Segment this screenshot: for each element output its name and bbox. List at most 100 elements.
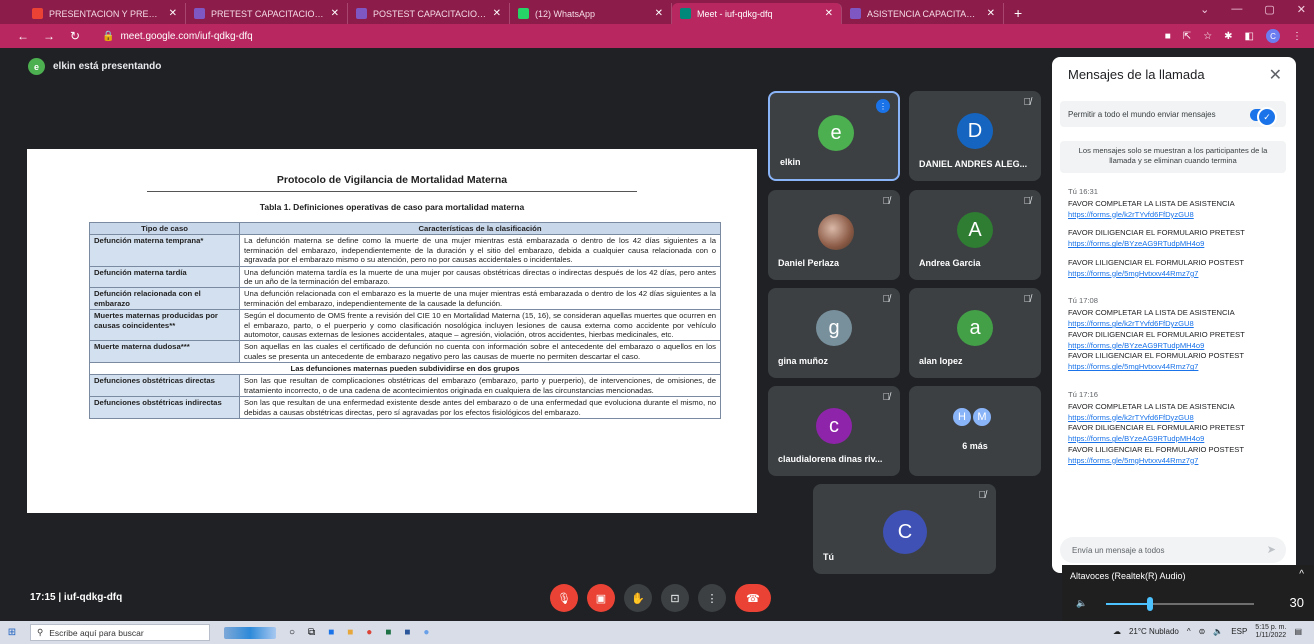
message-link[interactable]: https://forms.gle/5mgHvtxxv44Rmz7g7 <box>1068 456 1288 467</box>
message-group: Tú 17:16 FAVOR COMPLETAR LA LISTA DE ASIS… <box>1068 390 1288 466</box>
message-text: FAVOR DILIGENCIAR EL FORMULARIO PRETEST <box>1068 228 1245 238</box>
case-description-cell: Una defunción materna tardía es la muert… <box>239 265 721 289</box>
cortana-icon[interactable]: ○ <box>289 627 295 638</box>
menu-icon[interactable]: ⋮ <box>1292 31 1302 42</box>
forms-icon <box>194 8 205 19</box>
tab-close-icon[interactable]: ✕ <box>987 8 995 19</box>
network-icon[interactable]: ⊜ <box>1199 627 1206 636</box>
participant-tile[interactable]: g gina muñoz 🎙̸ <box>768 288 900 378</box>
message-link[interactable]: https://forms.gle/k2rTYvfd6FfDyzGU8 <box>1068 319 1288 330</box>
taskbar-app-icon[interactable]: ● <box>423 627 429 638</box>
case-type-cell: Defunciones obstétricas directas <box>89 374 240 398</box>
message-link[interactable]: https://forms.gle/k2rTYvfd6FfDyzGU8 <box>1068 413 1288 424</box>
participant-tile[interactable]: HM 6 más <box>909 386 1041 476</box>
allow-messages-toggle[interactable] <box>1250 107 1277 127</box>
browser-tab[interactable]: PRESENTACION Y PREGUNTAS Y ✕ <box>24 3 186 24</box>
taskbar-apps: ○ ⧉ ■ ■ ● ■ ■ ● <box>224 626 429 639</box>
share-icon[interactable]: ⇱ <box>1183 31 1191 42</box>
participant-tile[interactable]: c claudialorena dinas riv... 🎙̸ <box>768 386 900 476</box>
participant-tile[interactable]: Daniel Perlaza 🎙̸ <box>768 190 900 280</box>
message-header: Tú 17:08 <box>1068 296 1288 307</box>
volume-slider[interactable] <box>1106 597 1254 611</box>
participant-avatar: c <box>816 408 852 444</box>
speaker-icon[interactable]: 🔈 <box>1076 598 1087 609</box>
message-link[interactable]: https://forms.gle/BYzeAG9RTudpMH4o9 <box>1068 434 1288 445</box>
new-tab-button[interactable]: + <box>1004 5 1032 24</box>
volume-icon[interactable]: 🔈 <box>1213 627 1223 636</box>
file-explorer-icon[interactable]: ■ <box>347 627 353 638</box>
presenter-avatar: e <box>28 58 45 75</box>
message-sender: Tú <box>1068 187 1077 196</box>
tab-close-icon[interactable]: ✕ <box>655 8 663 19</box>
excel-icon[interactable]: ■ <box>385 627 391 638</box>
task-view-icon[interactable]: ⧉ <box>308 627 315 638</box>
windows-start-icon[interactable]: ⊞ <box>0 627 24 638</box>
close-icon[interactable]: ✕ <box>1269 65 1282 85</box>
forms-icon <box>356 8 367 19</box>
browser-tab[interactable]: (12) WhatsApp ✕ <box>510 3 672 24</box>
tab-close-icon[interactable]: ✕ <box>825 8 833 19</box>
message-sender: Tú <box>1068 389 1077 399</box>
send-icon[interactable]: ➤ <box>1267 543 1276 556</box>
back-button[interactable]: ← <box>10 29 36 43</box>
participant-tile[interactable]: A Andrea Garcia 🎙̸ <box>909 190 1041 280</box>
message-link[interactable]: https://forms.gle/5mgHvtxxv44Rmz7g7 <box>1068 269 1288 280</box>
more-options-button[interactable]: ⋮ <box>698 584 726 612</box>
weather-text[interactable]: 21°C Nublado <box>1129 627 1179 636</box>
mic-muted-icon: 🎙̸ <box>1023 97 1032 108</box>
word-icon[interactable]: ■ <box>404 627 410 638</box>
system-tray: ☁ 21°C Nublado ^ ⊜ 🔈 ESP 5:15 p. m. 1/11… <box>1113 624 1302 639</box>
volume-slider-thumb[interactable] <box>1147 597 1154 611</box>
message-input[interactable]: Envía un mensaje a todos ➤ <box>1060 537 1286 563</box>
message-link[interactable]: https://forms.gle/k2rTYvfd6FfDyzGU8 <box>1068 210 1288 221</box>
maximize-button[interactable]: ▢ <box>1264 3 1274 16</box>
chevron-down-icon[interactable]: ⌄ <box>1200 3 1209 16</box>
minimize-button[interactable]: — <box>1231 3 1242 16</box>
message-link[interactable]: https://forms.gle/BYzeAG9RTudpMH4o9 <box>1068 239 1288 250</box>
extensions-icon[interactable]: ✱ <box>1224 31 1232 42</box>
tray-chevron-icon[interactable]: ^ <box>1187 627 1191 636</box>
message-list: Tú 16:31 FAVOR COMPLETAR LA LISTA DE ASIS… <box>1068 187 1288 466</box>
case-type-cell: Defunciones obstétricas indirectas <box>89 396 240 420</box>
camera-icon[interactable]: ■ <box>1165 31 1171 42</box>
browser-tab[interactable]: ASISTENCIA CAPACITACION Prot ✕ <box>842 3 1004 24</box>
present-button[interactable]: ⊡ <box>661 584 689 612</box>
participant-tile[interactable]: e elkin ⋮ <box>768 91 900 181</box>
participant-avatar: g <box>816 310 852 346</box>
tab-close-icon[interactable]: ✕ <box>169 8 177 19</box>
url-field[interactable]: 🔒 meet.google.com/iuf-qdkg-dfq <box>102 31 253 42</box>
notifications-icon[interactable]: ▤ <box>1294 627 1302 636</box>
sidebar-icon[interactable]: ◧ <box>1245 31 1254 42</box>
mic-off-button[interactable]: 🎙 <box>550 584 578 612</box>
message-group: Tú 16:31 FAVOR COMPLETAR LA LISTA DE ASIS… <box>1068 187 1288 279</box>
weather-widget-image[interactable] <box>224 626 276 639</box>
browser-tab[interactable]: PRETEST CAPACITACION Protoc ✕ <box>186 3 348 24</box>
chrome-icon[interactable]: ● <box>366 627 372 638</box>
message-sender: Tú <box>1068 296 1077 306</box>
browser-tab[interactable]: POSTEST CAPACITACION Protoc ✕ <box>348 3 510 24</box>
clock[interactable]: 5:15 p. m. 1/11/2022 <box>1255 624 1286 639</box>
taskbar-app-icon[interactable]: ■ <box>328 627 334 638</box>
tab-close-icon[interactable]: ✕ <box>493 8 501 19</box>
lock-icon: 🔒 <box>102 30 115 42</box>
chevron-up-icon[interactable]: ^ <box>1299 569 1304 580</box>
language-label[interactable]: ESP <box>1231 627 1247 636</box>
camera-off-button[interactable]: ▣ <box>587 584 615 612</box>
taskbar-search[interactable]: ⚲ Escribe aquí para buscar <box>30 624 210 641</box>
browser-tab[interactable]: Meet - iuf-qdkg-dfq ✕ <box>672 3 842 24</box>
star-icon[interactable]: ☆ <box>1203 31 1212 42</box>
message-text: FAVOR DILIGENCIAR EL FORMULARIO PRETEST <box>1068 329 1245 339</box>
participant-tile[interactable]: a alan lopez 🎙̸ <box>909 288 1041 378</box>
reload-button[interactable]: ↻ <box>62 29 88 43</box>
participant-tile[interactable]: D DANIEL ANDRES ALEG... 🎙̸ <box>909 91 1041 181</box>
message-text: FAVOR COMPLETAR LA LISTA DE ASISTENCIA <box>1068 198 1235 208</box>
raise-hand-button[interactable]: ✋ <box>624 584 652 612</box>
tab-close-icon[interactable]: ✕ <box>331 8 339 19</box>
message-link[interactable]: https://forms.gle/BYzeAG9RTudpMH4o9 <box>1068 341 1288 352</box>
close-window-button[interactable]: ✕ <box>1297 3 1306 16</box>
leave-call-button[interactable]: ☎ <box>735 584 771 612</box>
participant-tile[interactable]: C Tú 🎙̸ <box>813 484 996 574</box>
message-link[interactable]: https://forms.gle/5mgHvtxxv44Rmz7g7 <box>1068 362 1288 373</box>
profile-avatar[interactable]: C <box>1266 29 1280 43</box>
forward-button[interactable]: → <box>36 29 62 43</box>
